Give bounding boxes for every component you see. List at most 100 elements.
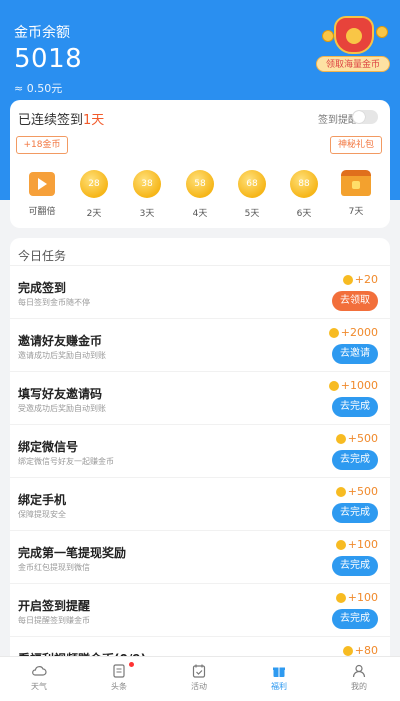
coin-icon bbox=[376, 26, 388, 38]
claim-button[interactable]: 去领取 bbox=[332, 291, 378, 311]
tab-welfare[interactable]: 福利 bbox=[254, 663, 304, 692]
task-desc: 受邀成功后奖励自动到账 bbox=[18, 404, 106, 413]
checkin-day-label: 3天 bbox=[139, 209, 155, 219]
play-video-icon bbox=[29, 172, 55, 196]
treasure-chest-icon bbox=[341, 170, 371, 196]
coin-bag-label: 领取海量金币 bbox=[316, 56, 390, 72]
checkin-day-label: 5天 bbox=[244, 209, 260, 219]
complete-button[interactable]: 去完成 bbox=[332, 503, 378, 523]
task-reward: +20 bbox=[342, 273, 378, 286]
balance-approx: ≈ 0.50元 bbox=[14, 82, 63, 95]
document-icon bbox=[113, 664, 125, 678]
checkin-day-4[interactable]: 58 4天 bbox=[174, 170, 226, 219]
user-icon bbox=[352, 664, 366, 678]
task-desc: 绑定微信号好友一起赚金币 bbox=[18, 457, 114, 466]
task-reward-value: +500 bbox=[347, 485, 378, 498]
complete-button[interactable]: 去完成 bbox=[332, 450, 378, 470]
daily-tasks-heading: 今日任务 bbox=[10, 238, 390, 266]
balance-value: 5018 bbox=[14, 44, 83, 74]
task-row: 完成签到 每日签到金币随不停 +20 去领取 bbox=[10, 267, 390, 319]
task-name: 邀请好友赚金币 bbox=[18, 334, 103, 348]
calendar-check-icon bbox=[192, 664, 206, 678]
task-desc: 每日签到金币随不停 bbox=[18, 298, 90, 307]
task-name: 完成第一笔提现奖励 bbox=[18, 546, 127, 560]
task-reward-value: +500 bbox=[347, 432, 378, 445]
tab-weather[interactable]: 天气 bbox=[14, 663, 64, 692]
tab-label: 活动 bbox=[191, 682, 207, 691]
checkin-day-3[interactable]: 38 3天 bbox=[121, 170, 173, 219]
checkin-card: 已连续签到1天 签到提醒 +18金币 神秘礼包 可翻倍 28 2天 38 3天 … bbox=[10, 100, 390, 228]
checkin-title-days: 1天 bbox=[83, 113, 105, 128]
complete-button[interactable]: 去完成 bbox=[332, 609, 378, 629]
task-row: 开启签到提醒 每日提醒签到赚金币 +100 去完成 bbox=[10, 585, 390, 637]
task-reward: +1000 bbox=[328, 379, 378, 392]
coin-icon bbox=[342, 274, 353, 285]
mystery-gift-bubble: 神秘礼包 bbox=[330, 136, 382, 154]
task-row: 绑定手机 保障提现安全 +500 去完成 bbox=[10, 479, 390, 531]
coin-icon: 58 bbox=[186, 170, 214, 198]
coin-icon bbox=[335, 539, 346, 550]
task-name: 完成签到 bbox=[18, 281, 67, 295]
coin-icon bbox=[335, 592, 346, 603]
invite-button[interactable]: 去邀请 bbox=[332, 344, 378, 364]
tab-label: 我的 bbox=[351, 682, 367, 691]
double-coin-bubble: +18金币 bbox=[16, 136, 68, 154]
tab-label: 头条 bbox=[111, 682, 127, 691]
task-name: 绑定手机 bbox=[18, 493, 67, 507]
task-reward: +100 bbox=[335, 591, 378, 604]
checkin-day-5[interactable]: 68 5天 bbox=[226, 170, 278, 219]
task-desc: 金币红包提现到微信 bbox=[18, 563, 90, 572]
task-reward: +500 bbox=[335, 432, 378, 445]
daily-tasks-card: 今日任务 完成签到 每日签到金币随不停 +20 去领取 邀请好友赚金币 邀请成功… bbox=[10, 238, 390, 678]
tab-mine[interactable]: 我的 bbox=[334, 663, 384, 692]
coin-icon: 28 bbox=[80, 170, 108, 198]
checkin-day-7[interactable]: 7天 bbox=[330, 170, 382, 217]
task-desc: 保障提现安全 bbox=[18, 510, 66, 519]
complete-button[interactable]: 去完成 bbox=[332, 397, 378, 417]
task-row: 填写好友邀请码 受邀成功后奖励自动到账 +1000 去完成 bbox=[10, 373, 390, 425]
checkin-title: 已连续签到1天 bbox=[18, 109, 104, 128]
checkin-day-6[interactable]: 88 6天 bbox=[278, 170, 330, 219]
coin-bag-button[interactable]: 领取海量金币 bbox=[316, 16, 390, 72]
task-desc: 每日提醒签到赚金币 bbox=[18, 616, 90, 625]
balance-title: 金币余额 bbox=[14, 25, 70, 41]
tab-label: 天气 bbox=[31, 682, 47, 691]
tab-label: 福利 bbox=[271, 682, 287, 691]
coin-icon: 88 bbox=[290, 170, 318, 198]
checkin-day-label: 4天 bbox=[192, 209, 208, 219]
tab-headlines[interactable]: 头条 bbox=[94, 662, 144, 692]
coin-icon: 68 bbox=[238, 170, 266, 198]
task-name: 填写好友邀请码 bbox=[18, 387, 103, 401]
notification-dot bbox=[129, 662, 134, 667]
task-desc: 邀请成功后奖励自动到账 bbox=[18, 351, 106, 360]
task-row: 绑定微信号 绑定微信号好友一起赚金币 +500 去完成 bbox=[10, 426, 390, 478]
task-row: 完成第一笔提现奖励 金币红包提现到微信 +100 去完成 bbox=[10, 532, 390, 584]
task-reward-value: +2000 bbox=[340, 326, 378, 339]
tab-activity[interactable]: 活动 bbox=[174, 663, 224, 692]
task-reward-value: +1000 bbox=[340, 379, 378, 392]
coin-icon bbox=[322, 30, 334, 42]
checkin-day-label: 可翻倍 bbox=[28, 207, 56, 217]
checkin-day-label: 7天 bbox=[348, 207, 364, 217]
coin-icon bbox=[328, 327, 339, 338]
task-reward-value: +100 bbox=[347, 591, 378, 604]
task-reward-value: +20 bbox=[354, 273, 378, 286]
coin-icon: 38 bbox=[133, 170, 161, 198]
checkin-day-label: 2天 bbox=[86, 209, 102, 219]
gift-icon bbox=[273, 667, 285, 677]
cloud-icon bbox=[32, 666, 47, 676]
checkin-title-prefix: 已连续签到 bbox=[18, 113, 84, 128]
checkin-day-1[interactable]: 可翻倍 bbox=[16, 170, 68, 217]
coin-icon bbox=[335, 486, 346, 497]
checkin-remind-toggle[interactable] bbox=[352, 110, 378, 124]
complete-button[interactable]: 去完成 bbox=[332, 556, 378, 576]
checkin-day-2[interactable]: 28 2天 bbox=[68, 170, 120, 219]
task-name: 开启签到提醒 bbox=[18, 599, 91, 613]
task-reward: +100 bbox=[335, 538, 378, 551]
bottom-tab-bar: 天气 头条 活动 福利 我的 bbox=[0, 656, 400, 701]
task-reward: +500 bbox=[335, 485, 378, 498]
task-reward-value: +100 bbox=[347, 538, 378, 551]
task-reward: +2000 bbox=[328, 326, 378, 339]
coin-icon bbox=[342, 645, 353, 656]
task-row: 邀请好友赚金币 邀请成功后奖励自动到账 +2000 去邀请 bbox=[10, 320, 390, 372]
